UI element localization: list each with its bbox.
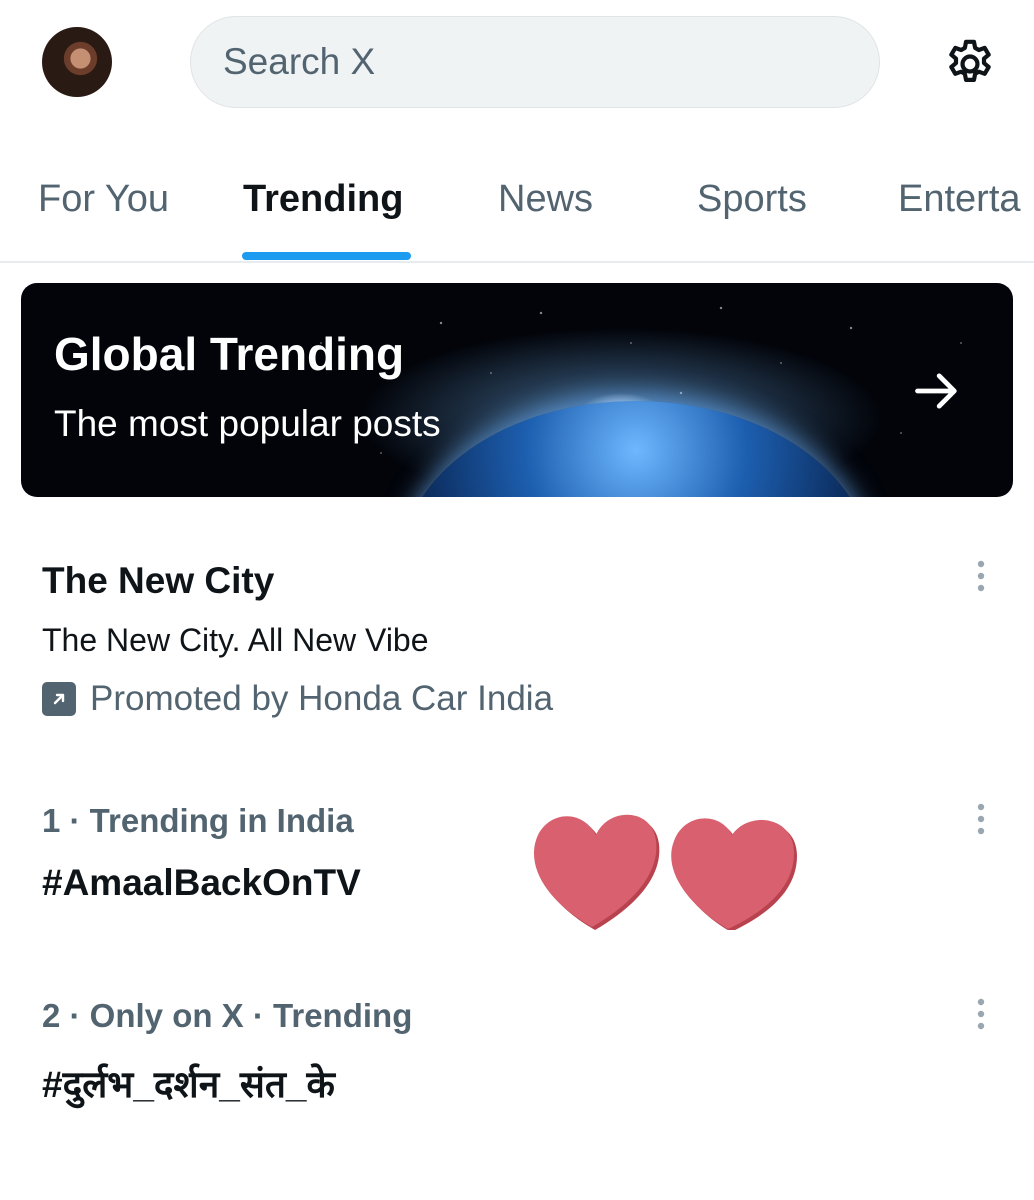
hearts-overlay <box>533 814 797 930</box>
tab-entertainment[interactable]: Enterta <box>898 178 1021 221</box>
arrow-right-icon <box>915 373 957 409</box>
promoted-trend[interactable]: The New City The New City. All New Vibe … <box>42 560 1002 719</box>
heart-icon <box>533 814 660 930</box>
tab-for-you[interactable]: For You <box>38 178 169 221</box>
promoted-by-text: Promoted by Honda Car India <box>90 679 554 718</box>
heart-icon <box>671 818 797 930</box>
tab-bar: For You Trending News Sports Enterta <box>0 140 1034 263</box>
search-input[interactable] <box>223 41 879 83</box>
more-vertical-icon[interactable] <box>968 558 994 598</box>
settings-button[interactable] <box>940 34 1000 94</box>
trend-item-1[interactable]: 1 · Trending in India #AmaalBackOnTV <box>42 802 1002 904</box>
tab-trending[interactable]: Trending <box>243 178 403 221</box>
trend-item-2[interactable]: 2 · Only on X · Trending #दुर्लभ_दर्शन_स… <box>42 997 1002 1108</box>
promoted-arrow-icon <box>42 682 76 716</box>
tab-news[interactable]: News <box>498 178 593 221</box>
promoted-label: Promoted by Honda Car India <box>42 679 1002 719</box>
more-vertical-icon[interactable] <box>968 801 994 841</box>
trend-hashtag: #दुर्लभ_दर्शन_संत_के <box>42 1064 335 1105</box>
global-trending-banner[interactable]: Global Trending The most popular posts <box>21 283 1013 497</box>
trend-meta: 1 · Trending in India <box>42 802 354 839</box>
avatar[interactable] <box>42 27 112 97</box>
tab-sports[interactable]: Sports <box>697 178 807 221</box>
banner-subtitle: The most popular posts <box>54 403 441 444</box>
explore-page: For You Trending News Sports Enterta Glo… <box>0 0 1034 1200</box>
more-vertical-icon[interactable] <box>968 996 994 1036</box>
promoted-title: The New City <box>42 560 275 601</box>
gear-icon <box>949 39 991 82</box>
banner-title: Global Trending <box>54 328 405 380</box>
active-tab-indicator <box>242 252 411 260</box>
trend-hashtag: #AmaalBackOnTV <box>42 862 361 903</box>
search-bar[interactable] <box>190 16 880 108</box>
promoted-description: The New City. All New Vibe <box>42 622 429 658</box>
trend-meta: 2 · Only on X · Trending <box>42 997 413 1034</box>
